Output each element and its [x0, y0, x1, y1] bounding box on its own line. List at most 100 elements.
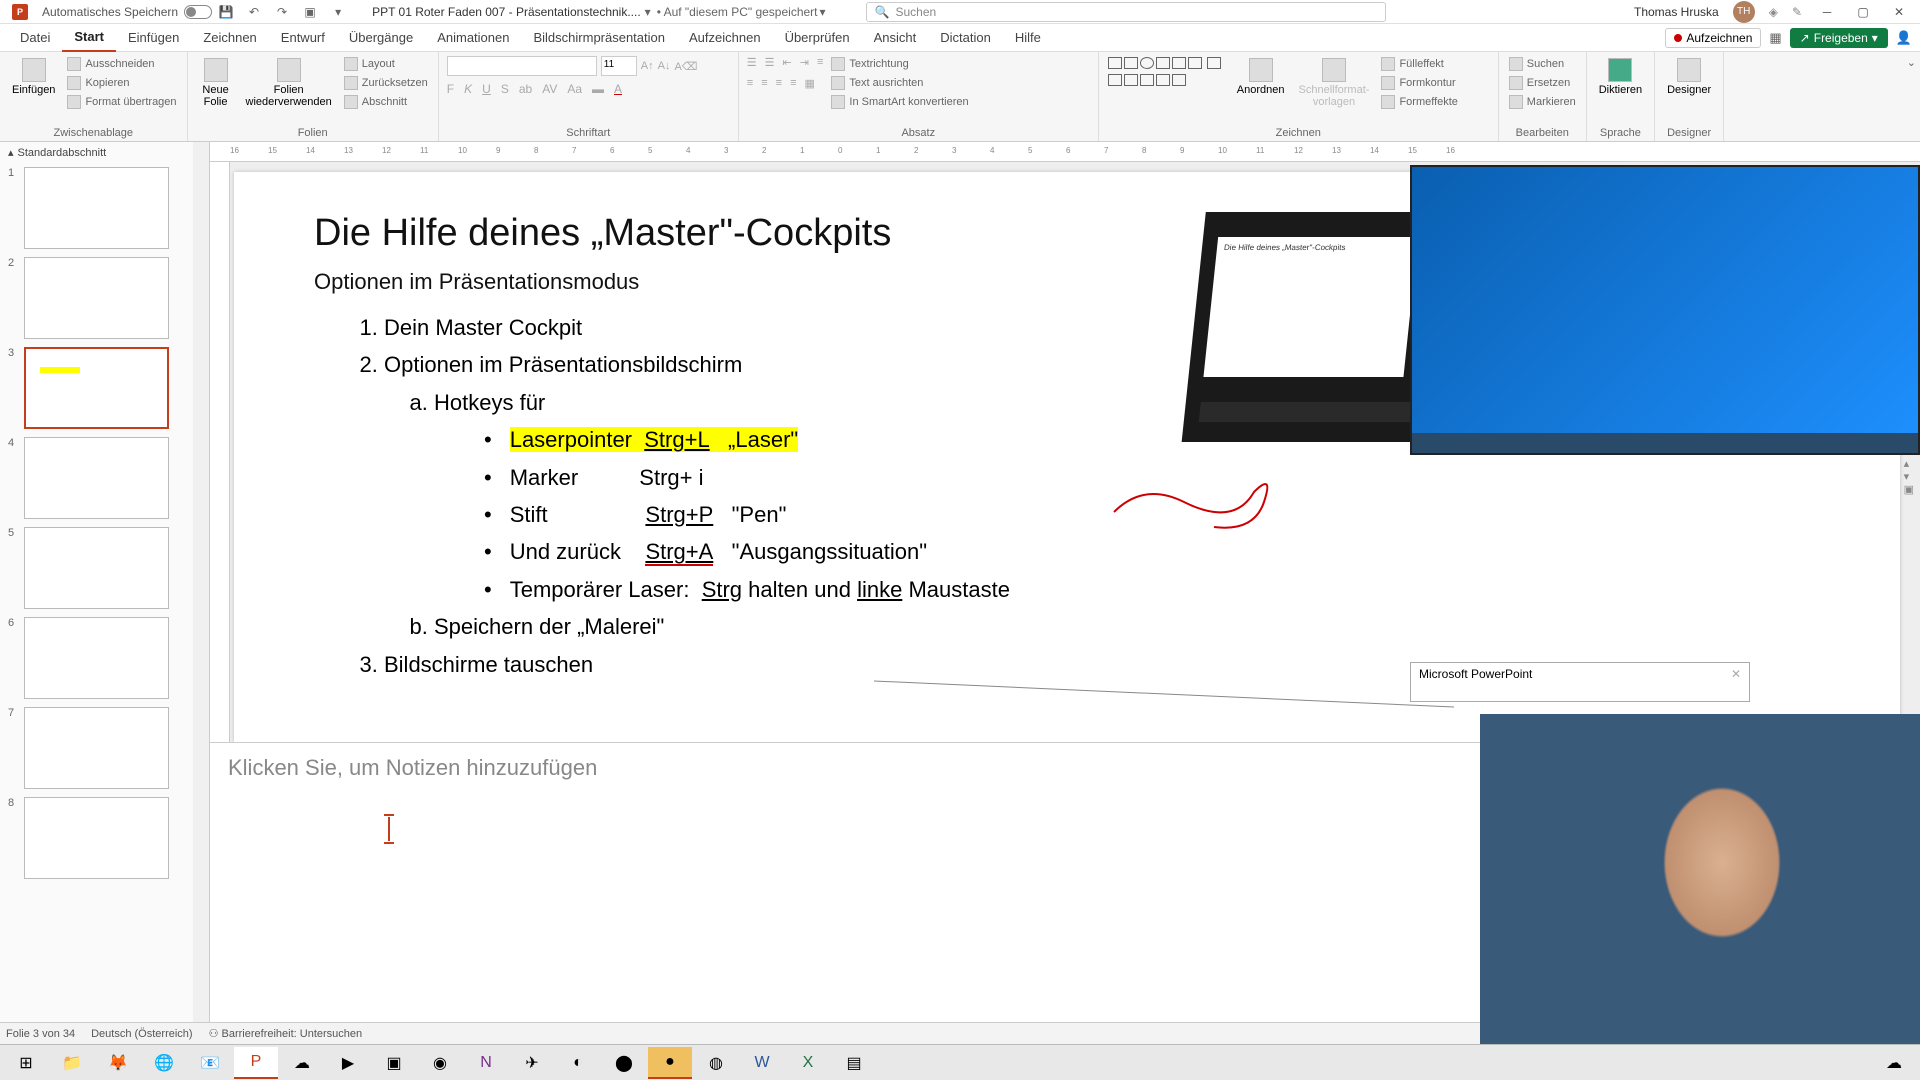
pen-icon[interactable]: ✎: [1792, 5, 1802, 19]
app-icon[interactable]: ☁: [280, 1047, 324, 1079]
italic-button[interactable]: K: [464, 82, 472, 96]
undo-icon[interactable]: ↶: [245, 3, 263, 21]
thumbnail-8[interactable]: 8: [0, 793, 209, 883]
close-icon[interactable]: ✕: [1888, 5, 1910, 19]
arrange-button[interactable]: Anordnen: [1233, 56, 1289, 98]
diamond-icon[interactable]: ◈: [1769, 5, 1778, 19]
recording-icon[interactable]: ●: [648, 1047, 692, 1079]
tab-bildschirmpraesentation[interactable]: Bildschirmpräsentation: [521, 24, 677, 52]
save-icon[interactable]: 💾: [217, 3, 235, 21]
indent-button[interactable]: ⇥: [800, 56, 809, 69]
cut-button[interactable]: Ausschneiden: [65, 56, 178, 72]
thumbnail-3[interactable]: 3: [0, 343, 209, 433]
tab-einfuegen[interactable]: Einfügen: [116, 24, 191, 52]
tray-icon[interactable]: ☁: [1872, 1047, 1916, 1079]
paste-button[interactable]: Einfügen: [8, 56, 59, 98]
app-icon[interactable]: ◐: [556, 1047, 600, 1079]
share-button[interactable]: ↗Freigeben▾: [1790, 28, 1888, 48]
find-button[interactable]: Suchen: [1507, 56, 1578, 72]
tab-hilfe[interactable]: Hilfe: [1003, 24, 1053, 52]
tab-uebergaenge[interactable]: Übergänge: [337, 24, 425, 52]
thumbnail-7[interactable]: 7: [0, 703, 209, 793]
case-button[interactable]: Aa: [567, 82, 582, 96]
present-mode-icon[interactable]: ▦: [1769, 30, 1781, 46]
outlook-icon[interactable]: 📧: [188, 1047, 232, 1079]
align-text-button[interactable]: Text ausrichten: [829, 75, 970, 91]
explorer-icon[interactable]: 📁: [50, 1047, 94, 1079]
redo-icon[interactable]: ↷: [273, 3, 291, 21]
shape-outline-button[interactable]: Formkontur: [1379, 75, 1460, 91]
justify-button[interactable]: ≡: [790, 77, 796, 90]
replace-button[interactable]: Ersetzen: [1507, 75, 1578, 91]
outdent-button[interactable]: ⇤: [783, 56, 792, 69]
dictate-button[interactable]: Diktieren: [1595, 56, 1646, 98]
language-status[interactable]: Deutsch (Österreich): [91, 1028, 192, 1040]
tab-datei[interactable]: Datei: [8, 24, 62, 52]
shape-effects-button[interactable]: Formeffekte: [1379, 94, 1460, 110]
reset-button[interactable]: Zurücksetzen: [342, 75, 430, 91]
tab-ansicht[interactable]: Ansicht: [862, 24, 929, 52]
tab-animationen[interactable]: Animationen: [425, 24, 521, 52]
increase-font-icon[interactable]: A↑: [641, 60, 654, 72]
align-left-button[interactable]: ≡: [747, 77, 753, 90]
search-input[interactable]: 🔍 Suchen: [866, 2, 1386, 22]
text-direction-button[interactable]: Textrichtung: [829, 56, 970, 72]
thumb-scrollbar[interactable]: [193, 142, 209, 1022]
format-painter-button[interactable]: Format übertragen: [65, 94, 178, 110]
ribbon-collapse-icon[interactable]: ⌄: [1903, 52, 1920, 141]
layout-button[interactable]: Layout: [342, 56, 430, 72]
quick-styles-button[interactable]: Schnellformat- vorlagen: [1295, 56, 1374, 110]
excel-icon[interactable]: X: [786, 1047, 830, 1079]
columns-button[interactable]: ▦: [804, 77, 814, 90]
shape-fill-button[interactable]: Fülleffekt: [1379, 56, 1460, 72]
slide-counter[interactable]: Folie 3 von 34: [6, 1028, 75, 1040]
slide-nav-icons[interactable]: ▴▾▣: [1904, 457, 1914, 496]
record-button[interactable]: Aufzeichnen: [1665, 28, 1761, 48]
decrease-font-icon[interactable]: A↓: [658, 60, 671, 72]
numbering-button[interactable]: ☰: [765, 56, 775, 69]
tab-dictation[interactable]: Dictation: [928, 24, 1003, 52]
word-icon[interactable]: W: [740, 1047, 784, 1079]
align-center-button[interactable]: ≡: [761, 77, 767, 90]
telegram-icon[interactable]: ✈: [510, 1047, 554, 1079]
accessibility-status[interactable]: ⚇ Barrierefreiheit: Untersuchen: [209, 1027, 363, 1040]
onenote-icon[interactable]: N: [464, 1047, 508, 1079]
reuse-slides-button[interactable]: Folien wiederverwenden: [242, 56, 336, 110]
section-header[interactable]: ▴Standardabschnitt: [0, 142, 209, 163]
list-item[interactable]: Temporärer Laser: Strg halten und linke …: [484, 571, 1820, 608]
font-color-button[interactable]: A: [614, 82, 622, 96]
autosave-toggle[interactable]: [184, 5, 212, 19]
app-icon[interactable]: ◍: [694, 1047, 738, 1079]
align-right-button[interactable]: ≡: [776, 77, 782, 90]
bold-button[interactable]: F: [447, 82, 454, 96]
obs-icon[interactable]: ⬤: [602, 1047, 646, 1079]
list-item[interactable]: Speichern der „Malerei": [434, 608, 1820, 645]
line-spacing-button[interactable]: ≡: [817, 56, 823, 69]
thumbnail-6[interactable]: 6: [0, 613, 209, 703]
saved-chevron-icon[interactable]: ▾: [820, 5, 826, 19]
start-button[interactable]: ⊞: [4, 1047, 48, 1079]
firefox-icon[interactable]: 🦊: [96, 1047, 140, 1079]
minimize-icon[interactable]: ─: [1816, 5, 1838, 19]
font-family-select[interactable]: [447, 56, 597, 76]
powerpoint-taskbar-icon[interactable]: P: [234, 1047, 278, 1079]
present-icon[interactable]: ▣: [301, 3, 319, 21]
shapes-gallery[interactable]: [1107, 56, 1227, 90]
tab-aufzeichnen[interactable]: Aufzeichnen: [677, 24, 773, 52]
copy-button[interactable]: Kopieren: [65, 75, 178, 91]
maximize-icon[interactable]: ▢: [1852, 5, 1874, 19]
thumbnail-1[interactable]: 1: [0, 163, 209, 253]
strike-button[interactable]: S: [501, 82, 509, 96]
chrome-icon[interactable]: 🌐: [142, 1047, 186, 1079]
new-slide-button[interactable]: Neue Folie: [196, 56, 236, 110]
underline-button[interactable]: U: [482, 82, 491, 96]
tab-zeichnen[interactable]: Zeichnen: [191, 24, 268, 52]
bullets-button[interactable]: ☰: [747, 56, 757, 69]
thumbnail-4[interactable]: 4: [0, 433, 209, 523]
thumbnail-2[interactable]: 2: [0, 253, 209, 343]
tab-start[interactable]: Start: [62, 24, 116, 52]
filename-chevron-icon[interactable]: ▾: [645, 5, 651, 19]
user-name[interactable]: Thomas Hruska: [1634, 5, 1719, 19]
clear-format-icon[interactable]: A⌫: [674, 60, 697, 73]
qat-more-icon[interactable]: ▾: [329, 3, 347, 21]
